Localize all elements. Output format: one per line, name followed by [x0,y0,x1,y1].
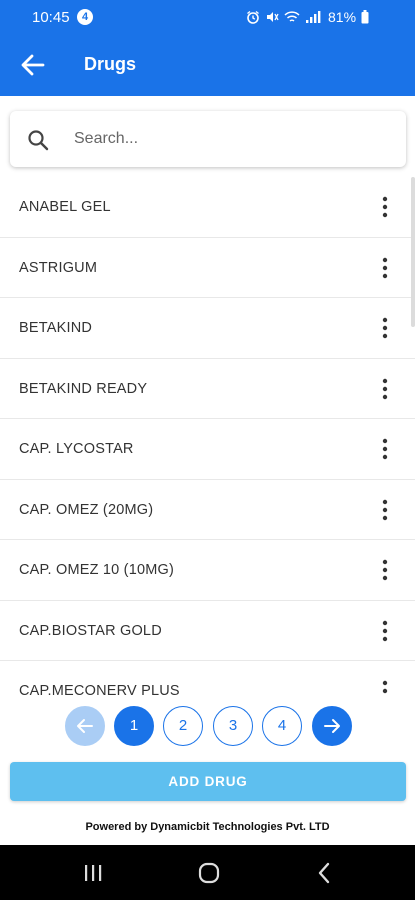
battery-percent: 81% [328,9,357,25]
page-button-3[interactable]: 3 [213,706,253,746]
more-vert-icon[interactable] [377,680,393,695]
home-icon[interactable] [196,861,222,885]
search-icon [28,130,49,151]
drug-name: CAP. OMEZ (20MG) [19,501,154,518]
battery-icon [361,10,369,24]
previous-page-button[interactable] [65,706,105,746]
add-drug-button[interactable]: ADD DRUG [10,762,406,801]
page-title: Drugs [84,54,137,74]
drug-name: ANABEL GEL [19,199,111,215]
search-input[interactable] [74,123,374,155]
app-bar: Drugs [0,34,415,96]
arrow-left-icon [77,719,93,733]
list-item[interactable]: ASTRIGUM [0,238,415,298]
drug-list: ANABEL GEL ASTRIGUM BETAKIND BETAKIND RE… [0,177,415,695]
more-vert-icon[interactable] [377,438,393,460]
wifi-icon [284,11,300,22]
more-vert-icon[interactable] [377,317,393,339]
signal-icon [306,11,321,23]
status-time: 10:45 [32,9,70,26]
drug-name: BETAKIND [19,320,93,336]
list-item[interactable]: ANABEL GEL [0,177,415,238]
alarm-icon [247,10,259,24]
list-item[interactable]: BETAKIND READY [0,359,415,419]
system-nav-bar [0,845,415,900]
list-scrollbar[interactable] [411,177,415,327]
search-box[interactable] [10,111,406,167]
more-vert-icon[interactable] [377,257,393,279]
notification-badge: 4 [77,9,93,25]
status-bar: 10:45 4 81% [0,0,415,34]
back-nav-icon[interactable] [312,861,338,885]
more-vert-icon[interactable] [377,620,393,642]
drug-name: CAP. OMEZ 10 (10MG) [19,562,175,578]
more-vert-icon[interactable] [377,559,393,581]
more-vert-icon[interactable] [377,378,393,400]
drug-name: CAP.BIOSTAR GOLD [19,622,162,639]
list-item[interactable]: CAP. OMEZ 10 (10MG) [0,540,415,601]
list-item[interactable]: CAP. LYCOSTAR [0,419,415,480]
mute-icon [267,12,279,22]
drug-name: ASTRIGUM [19,259,98,276]
list-item[interactable]: CAP.BIOSTAR GOLD [0,601,415,661]
page-button-1[interactable]: 1 [114,706,154,746]
pagination: 1 2 3 4 [0,706,415,748]
page-button-4[interactable]: 4 [262,706,302,746]
page-button-2[interactable]: 2 [163,706,203,746]
more-vert-icon[interactable] [377,499,393,521]
status-icons: 81% [246,9,369,25]
drug-name: BETAKIND READY [19,380,148,397]
recent-apps-icon[interactable] [80,861,106,885]
list-item[interactable]: CAP.MECONERV PLUS [0,661,415,695]
list-item[interactable]: BETAKIND [0,298,415,359]
more-vert-icon[interactable] [377,196,393,218]
powered-by-text: Powered by Dynamicbit Technologies Pvt. … [85,821,330,833]
next-page-button[interactable] [312,706,352,746]
arrow-right-icon [324,719,340,733]
list-item[interactable]: CAP. OMEZ (20MG) [0,480,415,540]
back-arrow-icon[interactable] [20,52,46,78]
drug-name: CAP. LYCOSTAR [19,441,134,457]
drug-name: CAP.MECONERV PLUS [19,683,180,695]
